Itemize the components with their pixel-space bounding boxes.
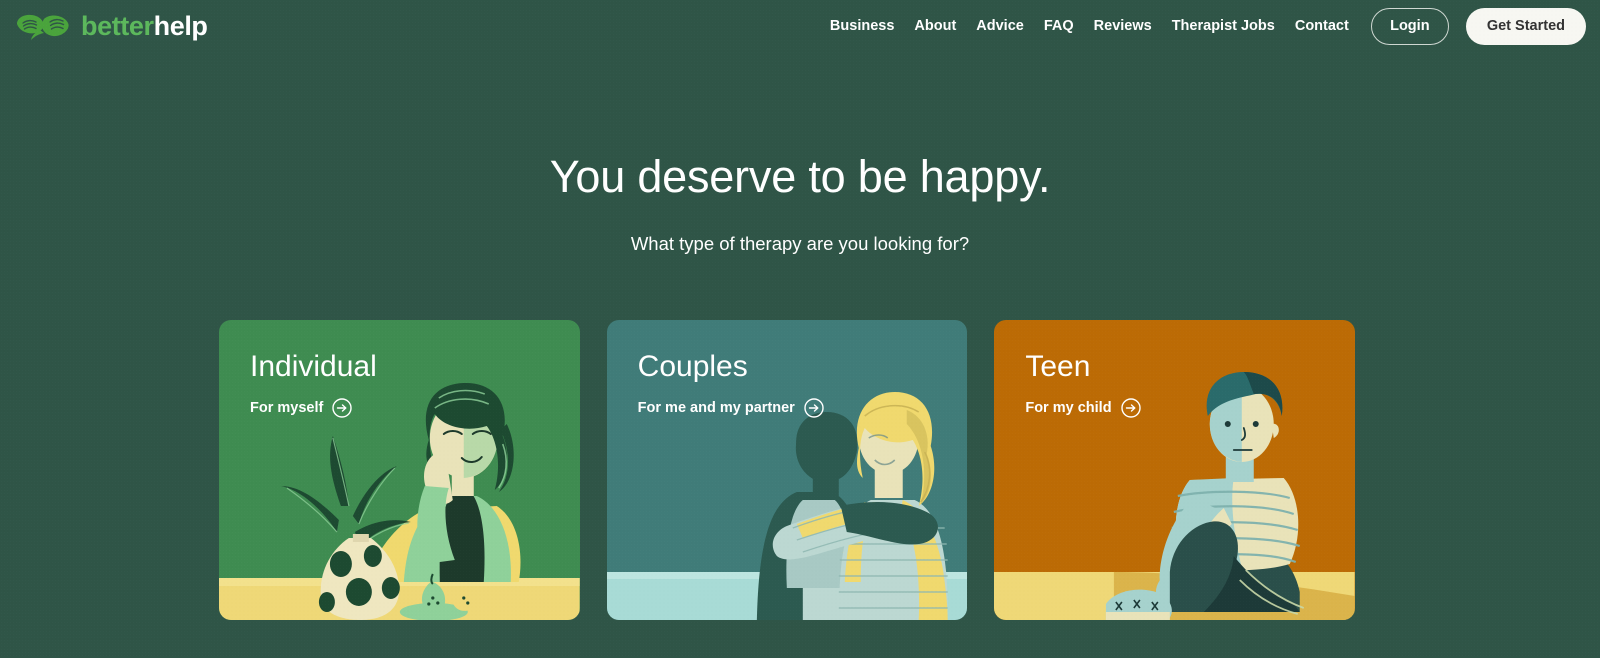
nav-link-advice[interactable]: Advice	[966, 6, 1034, 46]
logo-text-help: help	[153, 10, 208, 41]
get-started-button[interactable]: Get Started	[1465, 7, 1586, 45]
logo[interactable]: betterhelp	[14, 11, 208, 41]
main-nav: Business About Advice FAQ Reviews Therap…	[820, 6, 1586, 46]
nav-link-therapist-jobs[interactable]: Therapist Jobs	[1162, 6, 1285, 46]
card-text-group: Individual For myself	[250, 350, 377, 418]
arrow-right-circle-icon	[332, 398, 353, 418]
therapy-type-cards: Individual For myself Couples For me and…	[219, 320, 1356, 620]
site-header: betterhelp Business About Advice FAQ Rev…	[0, 0, 1600, 52]
login-button[interactable]: Login	[1370, 7, 1449, 45]
card-cta-couples[interactable]: For me and my partner	[638, 398, 824, 418]
arrow-right-circle-icon	[1120, 398, 1141, 418]
nav-link-reviews[interactable]: Reviews	[1084, 6, 1162, 46]
betterhelp-leaf-logo-icon	[17, 14, 69, 40]
arrow-right-circle-icon	[804, 398, 824, 418]
card-text-group: Couples For me and my partner	[638, 350, 824, 418]
nav-link-business[interactable]: Business	[820, 6, 904, 46]
card-text-group: Teen For my child	[1025, 350, 1141, 418]
nav-link-contact[interactable]: Contact	[1285, 6, 1359, 46]
hero-subtitle: What type of therapy are you looking for…	[630, 232, 970, 254]
card-cta-label: For myself	[250, 400, 324, 416]
card-cta-individual[interactable]: For myself	[250, 398, 377, 418]
card-cta-teen[interactable]: For my child	[1025, 398, 1141, 418]
card-individual[interactable]: Individual For myself	[219, 320, 580, 620]
card-title-couples: Couples	[637, 350, 748, 383]
page-title: You deserve to be happy.	[549, 151, 1051, 202]
card-title-individual: Individual	[250, 350, 377, 383]
card-cta-label: For my child	[1025, 400, 1112, 416]
card-couples[interactable]: Couples For me and my partner	[606, 320, 968, 620]
logo-text-better: better	[81, 10, 154, 41]
card-cta-label: For me and my partner	[637, 400, 795, 416]
card-title-teen: Teen	[1025, 350, 1091, 383]
nav-link-faq[interactable]: FAQ	[1034, 6, 1084, 46]
card-teen[interactable]: Teen For my child	[994, 320, 1356, 620]
logo-wordmark: betterhelp	[81, 10, 208, 41]
nav-link-about[interactable]: About	[904, 6, 966, 46]
